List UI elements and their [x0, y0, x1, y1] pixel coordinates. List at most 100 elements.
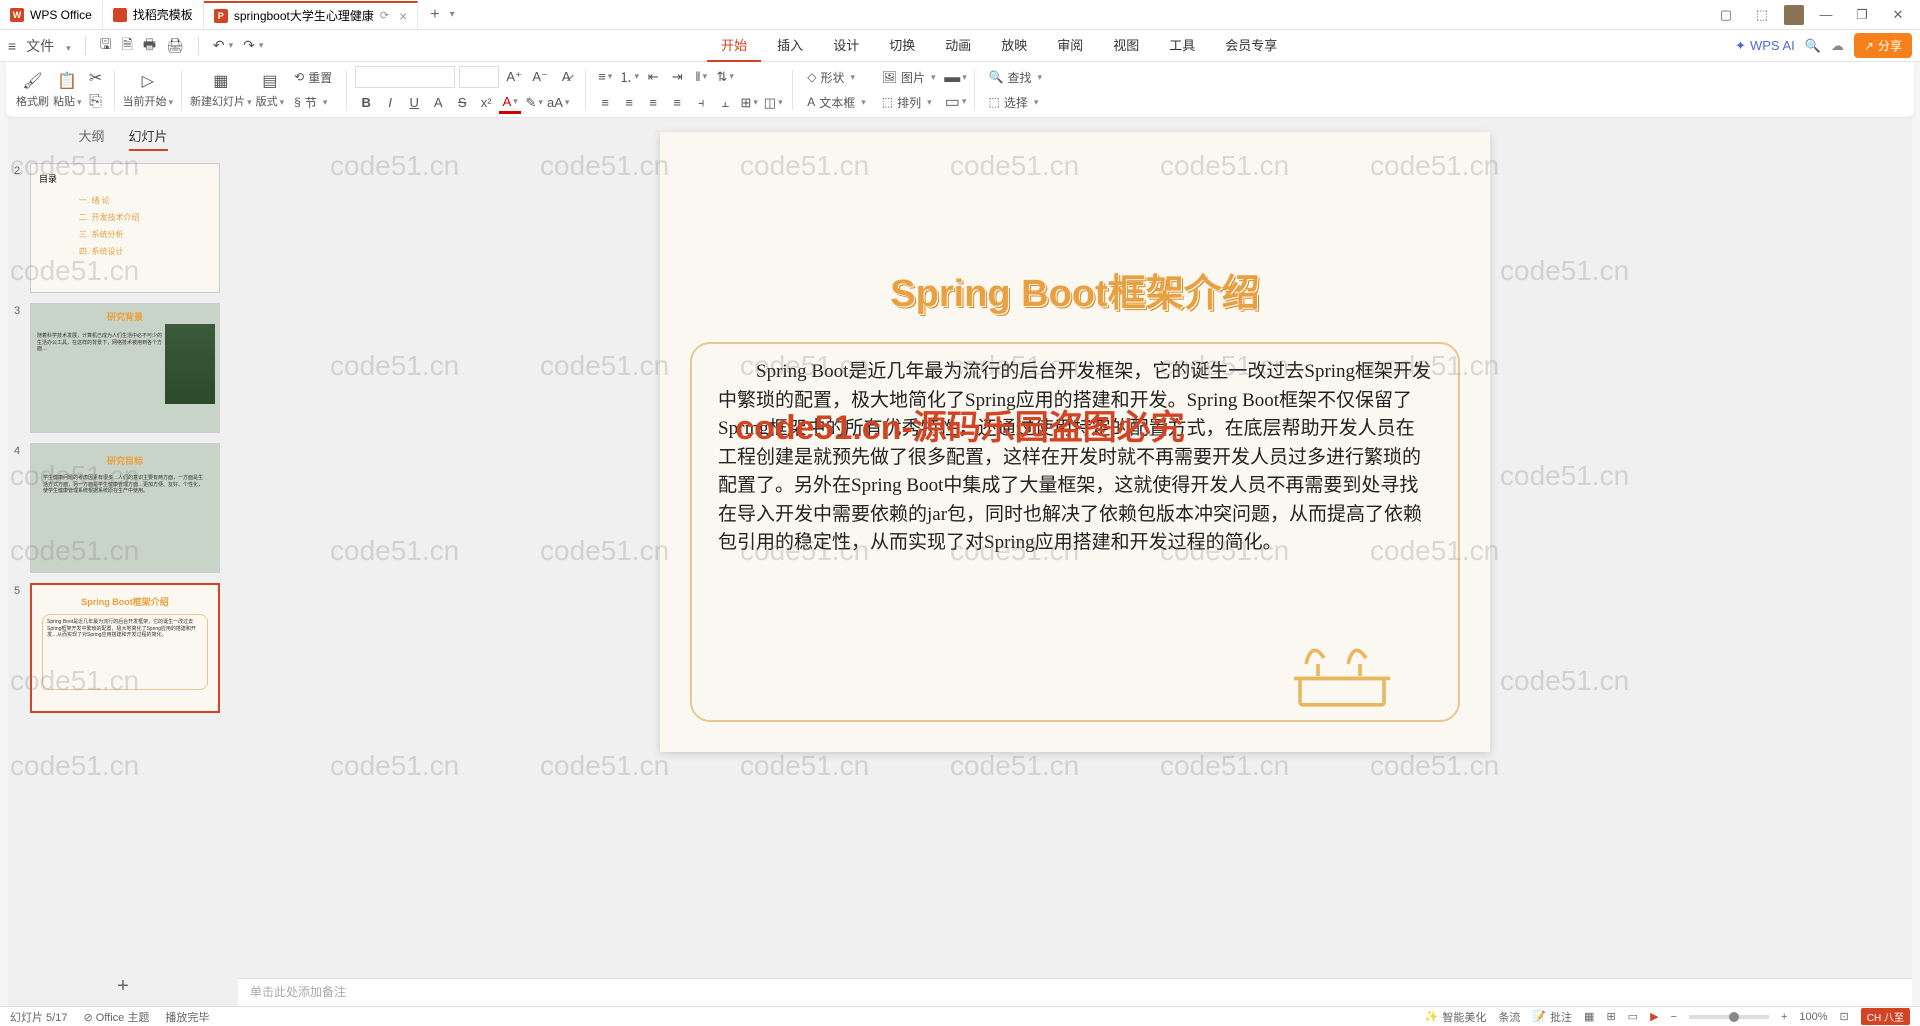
slide-canvas[interactable]: Spring Boot框架介绍 Spring Boot是近几年最为流行的后台开发…: [660, 132, 1490, 752]
numbering-icon[interactable]: ⒈: [618, 66, 640, 88]
zoom-slider[interactable]: [1689, 1015, 1769, 1019]
flow-button[interactable]: 条流: [1498, 1009, 1520, 1025]
new-tab-button[interactable]: +: [424, 6, 445, 24]
increase-indent-icon[interactable]: ⇥: [666, 66, 688, 88]
thumbnail[interactable]: 2 目录 一. 绪 论 二. 开发技术介绍 三. 系统分析 四. 系统设计: [16, 163, 230, 293]
thumbnail[interactable]: 3 研究背景 随着科学技术发展，计算机已成为人们生活中必不可少的生活办公工具，在…: [16, 303, 230, 433]
search-icon[interactable]: 🔍: [1805, 38, 1821, 54]
bold-icon[interactable]: B: [355, 92, 377, 114]
smartart-icon[interactable]: ◫: [762, 92, 784, 114]
picture-button[interactable]: 🖼图片: [876, 67, 942, 88]
user-avatar[interactable]: [1784, 5, 1804, 25]
tab-wps-home[interactable]: W WPS Office: [0, 1, 103, 29]
line-spacing-icon[interactable]: ‖: [690, 66, 712, 88]
align-dropdown-icon[interactable]: ⊞: [738, 92, 760, 114]
file-menu[interactable]: 文件: [26, 36, 54, 56]
tab-list-dropdown[interactable]: ▾: [450, 9, 455, 20]
thumbnail[interactable]: 4 研究目标 学生健康问题的考虑因素有很多…人们的意识主要有两方面，一方面是生活…: [16, 443, 230, 573]
align-left-icon[interactable]: ≡: [594, 92, 616, 114]
shape-button[interactable]: ◇形状: [801, 67, 872, 88]
align-center-icon[interactable]: ≡: [618, 92, 640, 114]
add-slide-button[interactable]: +: [8, 967, 238, 1006]
print-preview-icon[interactable]: 🖨: [166, 37, 184, 54]
reading-view-icon[interactable]: ▭: [1628, 1010, 1638, 1023]
select-button[interactable]: ⬚选择: [983, 92, 1049, 113]
ribbon-tab-design[interactable]: 设计: [819, 29, 873, 62]
align-right-icon[interactable]: ≡: [642, 92, 664, 114]
slideshow-view-icon[interactable]: ▶: [1650, 1010, 1658, 1023]
tab-templates[interactable]: 找稻壳模板: [103, 1, 204, 29]
highlight-icon[interactable]: ✎: [523, 92, 545, 114]
section-button[interactable]: §节: [288, 92, 338, 113]
slide-title[interactable]: Spring Boot框架介绍: [660, 262, 1490, 317]
close-window-icon[interactable]: ✕: [1884, 1, 1912, 29]
minimize-icon[interactable]: ―: [1812, 1, 1840, 29]
zoom-in-icon[interactable]: +: [1781, 1011, 1787, 1023]
close-icon[interactable]: ×: [399, 8, 407, 24]
cloud-sync-icon[interactable]: ☁: [1831, 38, 1844, 54]
font-color-icon[interactable]: A: [499, 92, 521, 114]
superscript-icon[interactable]: x²: [475, 92, 497, 114]
format-painter-button[interactable]: 🖌 格式刷: [16, 71, 49, 109]
ribbon-tab-animation[interactable]: 动画: [931, 29, 985, 62]
text-direction-icon[interactable]: ⇅: [714, 66, 736, 88]
normal-view-icon[interactable]: ▦: [1584, 1010, 1594, 1023]
redo-button[interactable]: ↷: [243, 37, 263, 54]
ribbon-tab-member[interactable]: 会员专享: [1211, 29, 1291, 62]
strike-icon[interactable]: S: [451, 92, 473, 114]
clear-format-icon[interactable]: A̷: [555, 66, 577, 88]
font-size-select[interactable]: [459, 66, 499, 88]
window-cube-icon[interactable]: ⬚: [1748, 1, 1776, 29]
sorter-view-icon[interactable]: ⊞: [1606, 1010, 1615, 1023]
save-icon[interactable]: 🖫: [100, 34, 112, 58]
cut-icon[interactable]: ✂: [86, 68, 106, 88]
italic-icon[interactable]: I: [379, 92, 401, 114]
share-button[interactable]: ↗分享: [1854, 33, 1912, 58]
undo-button[interactable]: ↶: [213, 37, 233, 54]
beautify-button[interactable]: ✨智能美化: [1425, 1009, 1487, 1025]
increase-font-icon[interactable]: A⁺: [503, 66, 525, 88]
new-slide-button[interactable]: ▦ 新建幻灯片: [190, 71, 252, 109]
distribute-icon[interactable]: ⫞: [690, 92, 712, 114]
window-box-icon[interactable]: ▢: [1712, 1, 1740, 29]
fill-icon[interactable]: ▬: [946, 68, 966, 88]
ribbon-tab-review[interactable]: 审阅: [1043, 29, 1097, 62]
ime-indicator[interactable]: CH 八至: [1861, 1008, 1910, 1025]
font-name-select[interactable]: [355, 66, 455, 88]
notes-pane[interactable]: 单击此处添加备注: [238, 978, 1912, 1006]
slide-body-text[interactable]: Spring Boot是近几年最为流行的后台开发框架，它的诞生一改过去Sprin…: [718, 358, 1432, 558]
zoom-level[interactable]: 100%: [1799, 1011, 1827, 1023]
fit-window-icon[interactable]: ⊡: [1840, 1010, 1849, 1023]
ribbon-tab-insert[interactable]: 插入: [763, 29, 817, 62]
outline-tab[interactable]: 大纲: [78, 126, 104, 151]
thumbnail-selected[interactable]: 5 Spring Boot框架介绍 Spring Boot是近几年最为流行的后台…: [16, 583, 230, 713]
ribbon-tab-start[interactable]: 开始: [707, 29, 761, 62]
slides-tab[interactable]: 幻灯片: [129, 126, 168, 151]
columns-icon[interactable]: ⫠: [714, 92, 736, 114]
ribbon-tab-slideshow[interactable]: 放映: [987, 29, 1041, 62]
thumbnail-list[interactable]: 2 目录 一. 绪 论 二. 开发技术介绍 三. 系统分析 四. 系统设计 3 …: [8, 159, 238, 967]
app-menu-icon[interactable]: ≡: [8, 38, 16, 54]
start-from-current-button[interactable]: ▷ 当前开始: [123, 71, 174, 109]
outline-icon[interactable]: ▭: [946, 92, 966, 112]
textbox-button[interactable]: A文本框: [801, 92, 872, 113]
ribbon-tab-transition[interactable]: 切换: [875, 29, 929, 62]
decrease-font-icon[interactable]: A⁻: [529, 66, 551, 88]
copy-icon[interactable]: ⎘: [86, 92, 106, 112]
decrease-indent-icon[interactable]: ⇤: [642, 66, 664, 88]
wps-ai-button[interactable]: ✦WPS AI: [1735, 38, 1795, 54]
bullets-icon[interactable]: ≡: [594, 66, 616, 88]
print-icon[interactable]: 🖶: [143, 34, 156, 58]
shadow-icon[interactable]: A: [427, 92, 449, 114]
paste-button[interactable]: 📋 粘贴: [53, 71, 82, 109]
arrange-button[interactable]: ⬚排列: [876, 92, 942, 113]
tab-document[interactable]: P springboot大学生心理健康 ⟳ ×: [204, 1, 418, 29]
export-icon[interactable]: 🗎: [122, 34, 133, 58]
ribbon-tab-tools[interactable]: 工具: [1155, 29, 1209, 62]
reset-button[interactable]: ⟲重置: [288, 67, 338, 88]
canvas-scroll[interactable]: Spring Boot框架介绍 Spring Boot是近几年最为流行的后台开发…: [238, 118, 1912, 978]
find-button[interactable]: 🔍查找: [983, 67, 1049, 88]
ribbon-tab-view[interactable]: 视图: [1099, 29, 1153, 62]
notes-button[interactable]: 📝批注: [1532, 1009, 1572, 1025]
align-justify-icon[interactable]: ≡: [666, 92, 688, 114]
